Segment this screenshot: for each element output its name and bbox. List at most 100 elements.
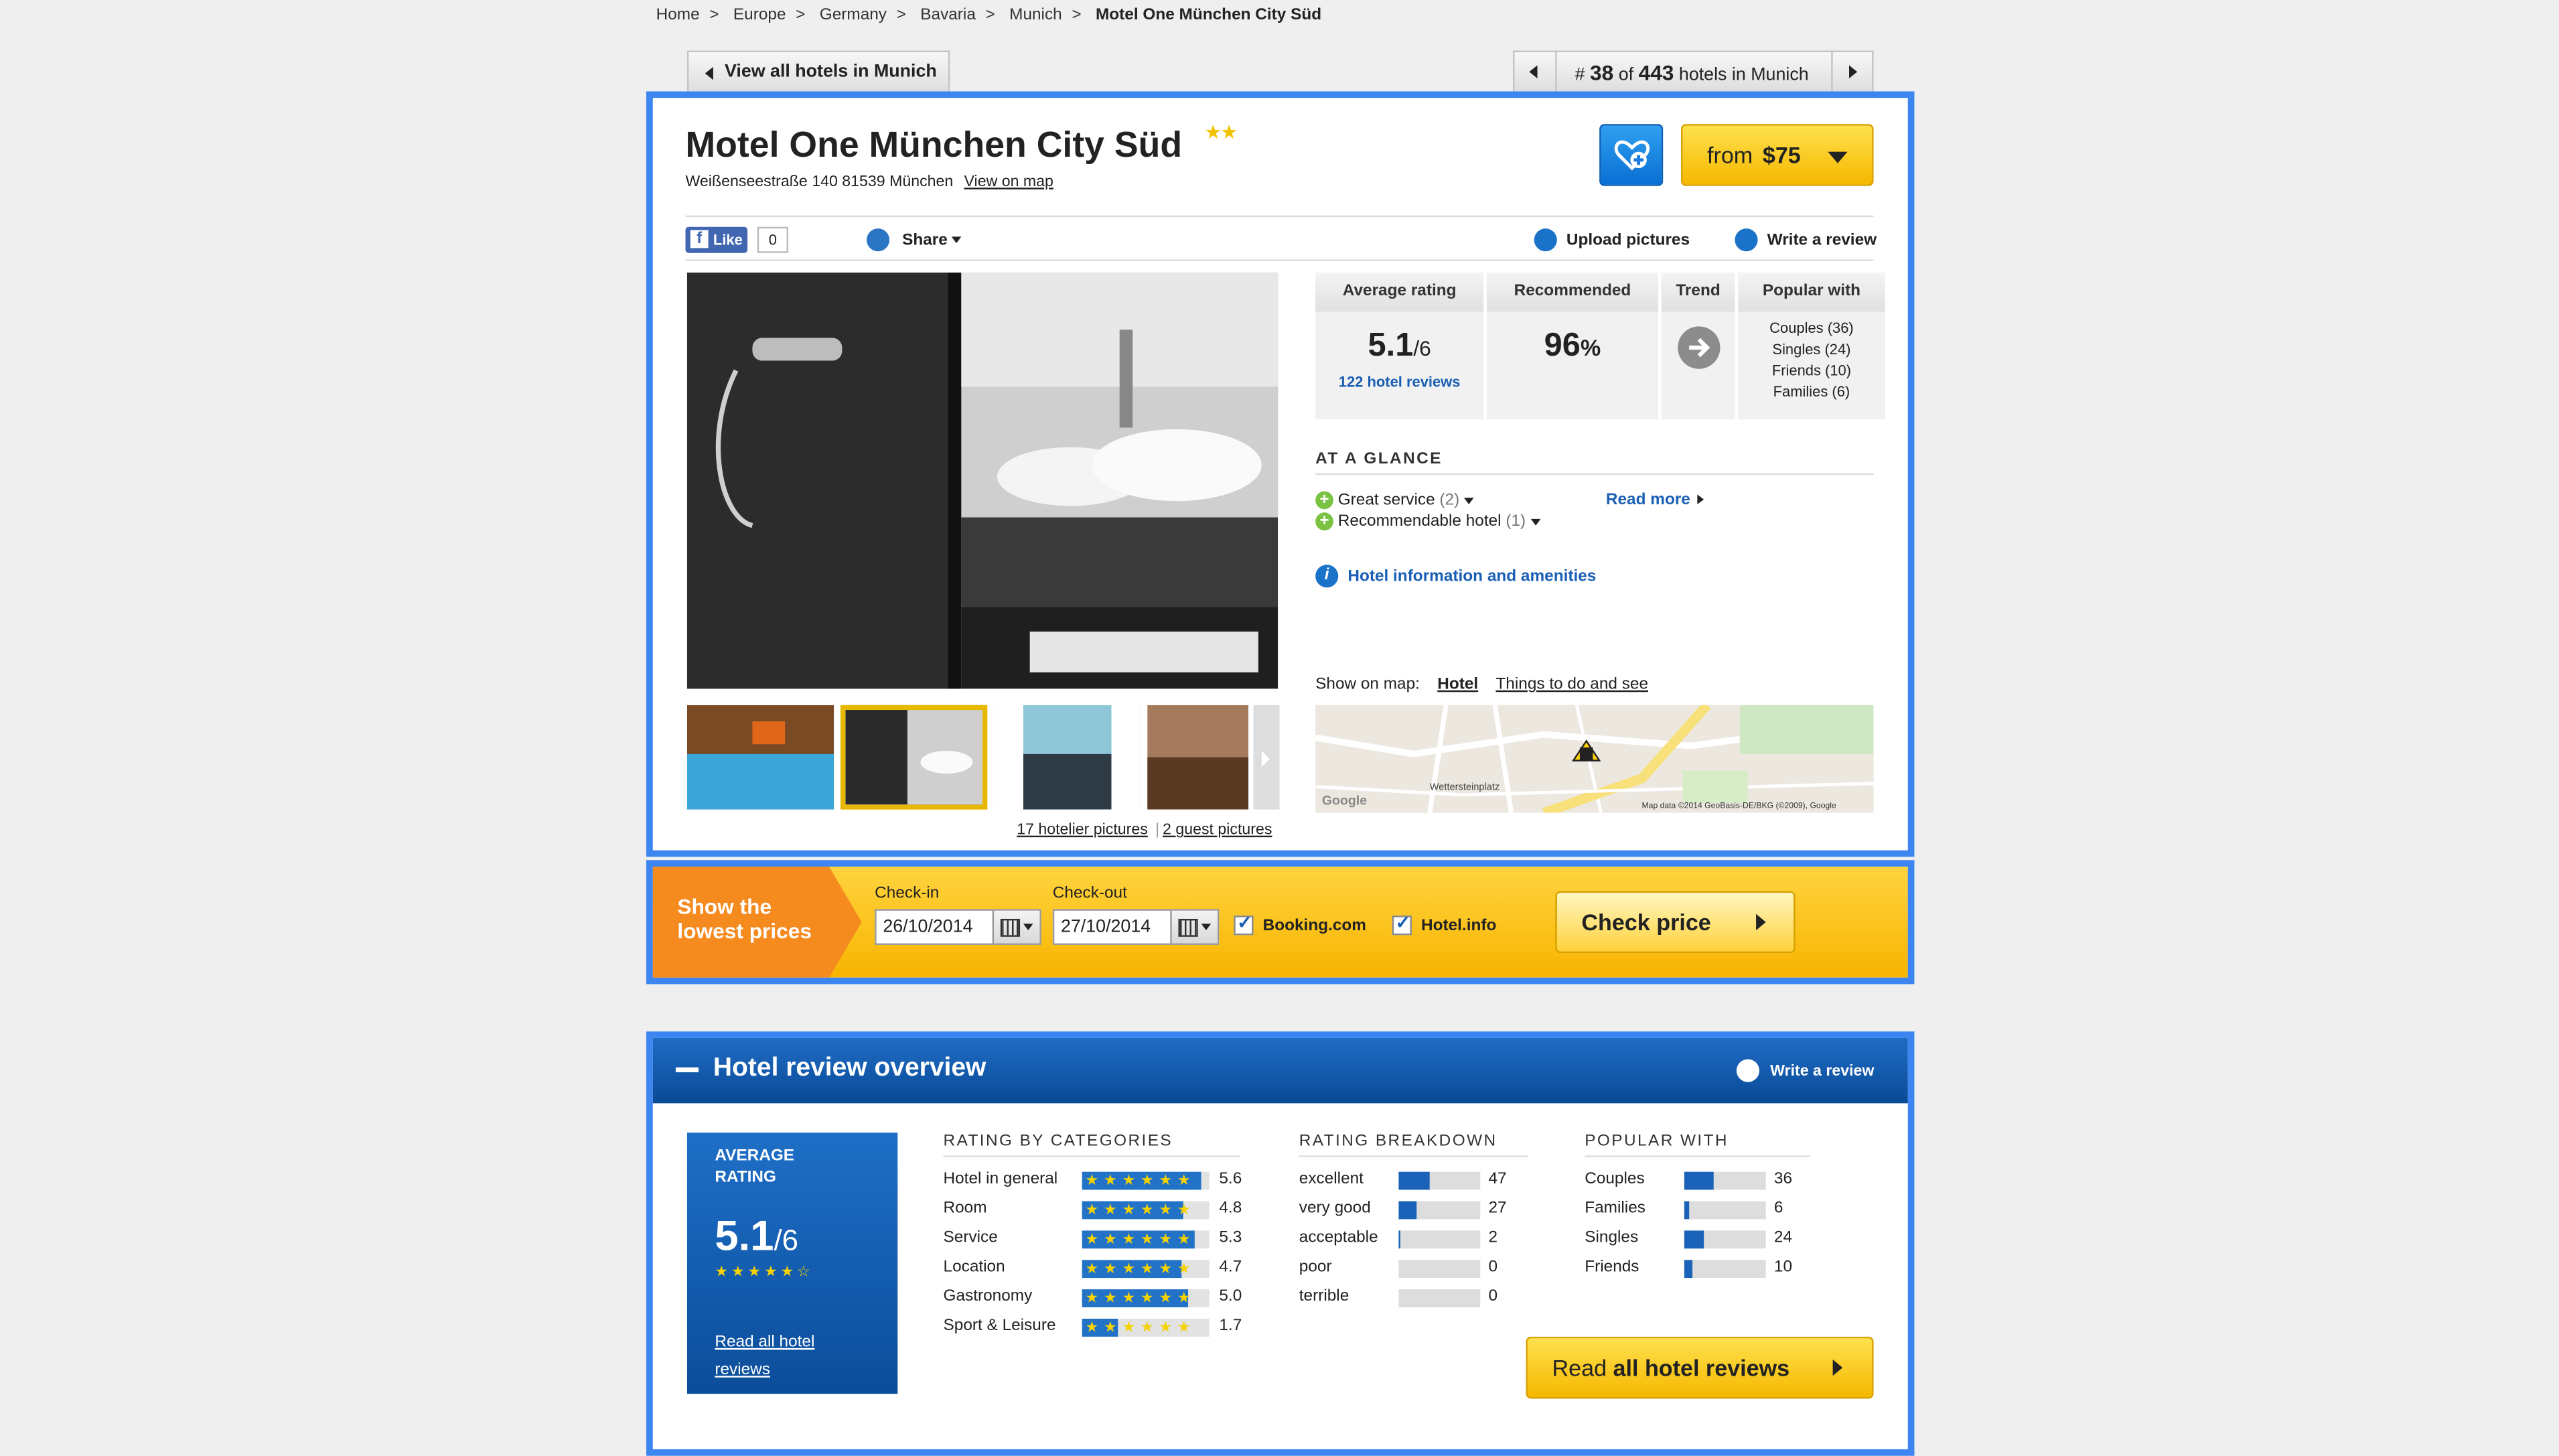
camera-icon: [1534, 228, 1557, 252]
glance-item-label: Recommendable hotel: [1337, 512, 1502, 531]
breakdown-row: very good 27: [1299, 1199, 1544, 1229]
average-rating-score: 5.1/6: [715, 1211, 799, 1260]
hotel-stars: ★★: [1204, 121, 1238, 144]
checkout-calendar-button[interactable]: [1170, 910, 1218, 944]
breakdown-count: 2: [1488, 1228, 1498, 1247]
category-score: 5.3: [1219, 1228, 1242, 1247]
thumbnail-4[interactable]: [1147, 705, 1249, 810]
check-price-button[interactable]: Check price: [1555, 891, 1796, 954]
pencil-icon: [1735, 228, 1758, 252]
thumbnail-2-selected[interactable]: [840, 705, 988, 810]
add-favorite-button[interactable]: [1599, 124, 1664, 186]
read-more-link[interactable]: Read more: [1606, 492, 1705, 509]
breadcrumb-bavaria[interactable]: Bavaria: [920, 7, 976, 25]
breakdown-title: RATING BREAKDOWN: [1299, 1133, 1497, 1151]
thumbnails-next-button[interactable]: [1253, 705, 1280, 810]
review-overview-header[interactable]: Hotel review overview Write a review: [652, 1037, 1908, 1104]
popular-label: Friends: [1585, 1258, 1639, 1277]
average-rating-column: Average rating 5.1/6 122 hotel reviews: [1315, 272, 1487, 420]
map-tab-things-to-do[interactable]: Things to do and see: [1495, 676, 1648, 694]
arrow-right-icon: [1832, 1359, 1843, 1376]
breakdown-count: 47: [1488, 1170, 1507, 1189]
chevron-down-icon: [1530, 518, 1540, 525]
hotel-reviews-link[interactable]: 122 hotel reviews: [1315, 374, 1483, 390]
category-name: Service: [943, 1228, 998, 1247]
breakdown-bar: [1398, 1289, 1481, 1307]
main-hotel-photo[interactable]: [686, 272, 1278, 689]
breadcrumb-home[interactable]: Home: [656, 7, 700, 25]
checkin-calendar-button[interactable]: [992, 910, 1040, 944]
share-label: Share: [902, 231, 948, 249]
thumbnail-1[interactable]: [686, 705, 834, 810]
guest-pictures-link[interactable]: 2 guest pictures: [1163, 821, 1272, 839]
upload-label: Upload pictures: [1566, 231, 1690, 249]
category-stars-bar: ★★★★★★: [1082, 1230, 1210, 1249]
popular-label: Couples: [1585, 1170, 1645, 1189]
plus-icon: +: [1315, 512, 1333, 530]
show-on-map-label: Show on map:: [1315, 675, 1420, 694]
popular-bar: [1684, 1201, 1766, 1220]
popular-item: Couples (36): [1769, 319, 1854, 337]
hotelinfo-site-checkbox[interactable]: ✓ Hotel.info: [1392, 914, 1496, 936]
trend-header: Trend: [1661, 272, 1735, 312]
address-text: Weißenseestraße 140 81539 München: [685, 173, 954, 192]
breadcrumb-europe[interactable]: Europe: [733, 7, 786, 25]
category-name: Hotel in general: [943, 1170, 1058, 1189]
lowest-prices-banner: Show the lowest prices: [652, 866, 865, 978]
arrow-right-icon: [1261, 750, 1270, 768]
facebook-like-button[interactable]: f Like: [685, 226, 748, 253]
checkout-date-field[interactable]: 27/10/2014: [1052, 909, 1220, 945]
hotel-rank-pager: # 38 of 443 hotels in Munich: [1513, 50, 1874, 93]
category-stars-bar: ★★★★★★: [1082, 1319, 1210, 1337]
booking-site-checkbox[interactable]: ✓ Booking.com: [1234, 914, 1366, 936]
write-review-label: Write a review: [1767, 231, 1877, 249]
popular-with-column: Popular with Couples (36) Singles (24) F…: [1738, 272, 1885, 419]
average-rating-box: AVERAGE RATING 5.1/6 ★★★★★☆ Read all hot…: [686, 1133, 898, 1394]
breakdown-count: 27: [1488, 1199, 1507, 1218]
read-all-reviews-button[interactable]: Read all hotel reviews: [1526, 1336, 1874, 1399]
prev-hotel-button[interactable]: [1514, 52, 1557, 93]
category-stars-bar: ★★★★★★: [1082, 1289, 1210, 1307]
map-tab-hotel[interactable]: Hotel: [1437, 676, 1478, 694]
chevron-down-icon: [1201, 924, 1212, 931]
share-button[interactable]: Share: [866, 228, 962, 252]
category-name: Sport & Leisure: [943, 1317, 1056, 1335]
category-row: Room ★★★★★★ 4.8: [944, 1199, 1254, 1229]
price-dropdown-button[interactable]: from $75: [1681, 124, 1874, 186]
breadcrumb-munich[interactable]: Munich: [1009, 7, 1062, 25]
breadcrumb-germany[interactable]: Germany: [820, 7, 887, 25]
popular-bar: [1684, 1230, 1766, 1249]
divider: [1299, 1155, 1528, 1157]
map-place-label: Wettersteinplatz: [1429, 783, 1500, 794]
popular-with-header: Popular with: [1738, 272, 1885, 312]
popular-row: Friends 10: [1585, 1258, 1830, 1288]
bathroom-photo-image: [686, 272, 1278, 689]
glance-item[interactable]: + Recommendable hotel (1): [1315, 512, 1540, 530]
breakdown-bar: [1398, 1260, 1481, 1279]
thumbnail-3[interactable]: [994, 705, 1141, 810]
rank-text: # 38 of 443 hotels in Munich: [1575, 60, 1809, 85]
upload-pictures-button[interactable]: Upload pictures: [1534, 228, 1690, 252]
arrow-left-icon: [1529, 65, 1538, 78]
next-hotel-button[interactable]: [1831, 52, 1873, 93]
map-credit: Map data ©2014 GeoBasis-DE/BKG (©2009), …: [1641, 801, 1836, 812]
price-value: $75: [1762, 142, 1801, 169]
view-all-hotels-button[interactable]: View all hotels in Munich: [686, 50, 950, 92]
checkin-date-field[interactable]: 26/10/2014: [875, 909, 1041, 945]
checkbox-checked-icon: ✓: [1234, 914, 1254, 936]
write-review-button[interactable]: Write a review: [1735, 228, 1877, 252]
read-all-reviews-link[interactable]: Read all hotel reviews: [715, 1329, 814, 1384]
hotel-map[interactable]: Wettersteinplatz Google Map data ©2014 G…: [1315, 705, 1874, 813]
recommended-header: Recommended: [1487, 272, 1658, 312]
checkin-label: Check-in: [875, 884, 940, 903]
glance-item[interactable]: + Great service (2): [1315, 491, 1474, 510]
category-score: 4.8: [1219, 1199, 1242, 1218]
collapse-minus-icon: [675, 1067, 699, 1073]
view-on-map-link[interactable]: View on map: [964, 173, 1053, 191]
hotelier-pictures-link[interactable]: 17 hotelier pictures: [1017, 821, 1148, 839]
overview-write-review-button[interactable]: Write a review: [1736, 1059, 1874, 1082]
hotel-info-link[interactable]: i Hotel information and amenities: [1315, 565, 1596, 588]
popular-row: Singles 24: [1585, 1229, 1830, 1258]
popular-label: Singles: [1585, 1228, 1639, 1247]
picture-links: 17 hotelier pictures | 2 guest pictures: [1017, 820, 1272, 839]
